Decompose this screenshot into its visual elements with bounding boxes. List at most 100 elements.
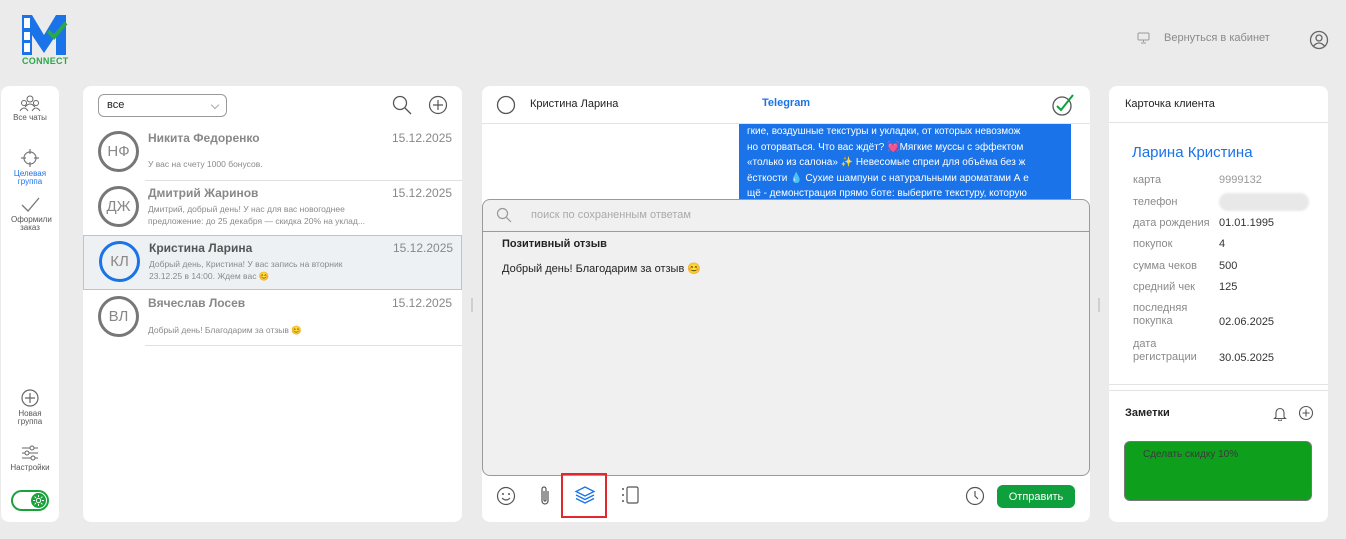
chat-list-item-selected[interactable]: КЛ Кристина Ларина 15.12.2025 Добрый ден…: [83, 235, 462, 290]
chat-name: Никита Федоренко: [148, 131, 260, 145]
search-icon: [496, 207, 512, 223]
add-note-icon[interactable]: [1298, 405, 1314, 421]
logo-text: CONNECT: [22, 56, 69, 66]
nav-new-group-label: Новая группа: [17, 409, 43, 426]
divider: [1109, 122, 1328, 123]
chat-preview: Дмитрий, добрый день! У нас для вас ново…: [148, 204, 365, 226]
profile-icon[interactable]: [1309, 30, 1329, 50]
message-line: щё - демонстрация прямо боте: выберите т…: [747, 188, 1027, 199]
saved-reply-title[interactable]: Позитивный отзыв: [502, 238, 607, 250]
field-label: покупок: [1133, 238, 1173, 250]
chat-list-item[interactable]: НФ Никита Федоренко 15.12.2025 У вас на …: [83, 126, 462, 181]
field-value: 30.05.2025: [1219, 352, 1275, 364]
chat-filter-value: все: [107, 99, 125, 111]
client-card-panel: Карточка клиента Ларина Кристина карта 9…: [1109, 86, 1328, 522]
search-icon[interactable]: [392, 95, 412, 115]
avatar: ДЖ: [98, 186, 139, 227]
chevron-down-icon: [210, 100, 220, 110]
nav-settings[interactable]: Настройки: [1, 444, 59, 472]
message-bubble: гкие, воздушные текстуры и укладки, от к…: [739, 124, 1071, 200]
sun-icon: [31, 493, 46, 508]
saved-replies-popup: поиск по сохраненным ответам Позитивный …: [482, 199, 1090, 476]
theme-toggle[interactable]: [11, 490, 49, 511]
conversation-header: Кристина Ларина Telegram: [482, 86, 1090, 124]
avatar: КЛ: [99, 241, 140, 282]
saved-reply-text[interactable]: Добрый день! Благодарим за отзыв 😊: [502, 262, 701, 275]
sliders-icon: [22, 445, 38, 461]
select-circle-icon[interactable]: [496, 95, 516, 115]
nav-all-chats[interactable]: Все чаты: [1, 94, 59, 122]
chat-preview: У вас на счету 1000 бонусов.: [148, 159, 263, 169]
nav-all-chats-label: Все чаты: [13, 113, 47, 122]
field-label: сумма чеков: [1133, 260, 1197, 272]
field-label: дата регистрации: [1133, 338, 1197, 363]
chat-preview: Добрый день! Благодарим за отзыв 😊: [148, 325, 302, 335]
chat-date: 15.12.2025: [392, 296, 453, 310]
channel-label: Telegram: [762, 97, 811, 109]
field-label: карта: [1133, 174, 1162, 186]
chat-name: Вячеслав Лосев: [148, 296, 246, 310]
note-text: Сделать скидку 10%: [1143, 449, 1239, 460]
users-icon: [19, 95, 41, 112]
check-icon: [21, 197, 40, 212]
templates-icon[interactable]: [620, 485, 640, 505]
resize-handle[interactable]: [471, 298, 473, 312]
monitor-icon: [1137, 32, 1150, 44]
field-value: 4: [1219, 238, 1226, 250]
sidebar-nav: Все чаты Целевая группа Оформили заказ Н…: [1, 86, 59, 522]
add-circle-icon: [21, 389, 39, 407]
phone-blurred: [1219, 193, 1309, 211]
field-value: 02.06.2025: [1219, 316, 1275, 328]
back-to-cabinet-label: Вернуться в кабинет: [1164, 32, 1270, 44]
notes-title: Заметки: [1125, 407, 1170, 419]
saved-replies-search[interactable]: поиск по сохраненным ответам: [483, 200, 1089, 232]
chat-list-item[interactable]: ВЛ Вячеслав Лосев 15.12.2025 Добрый день…: [83, 291, 462, 346]
divider: [1109, 390, 1328, 391]
chat-list-panel: все НФ Никита Федоренко 15.12.2025 У вас…: [83, 86, 462, 522]
emoji-icon[interactable]: [496, 486, 516, 506]
field-value: 01.01.1995: [1219, 217, 1275, 229]
divider: [145, 345, 462, 346]
field-label: дата рождения: [1133, 217, 1210, 229]
chat-list-item[interactable]: ДЖ Дмитрий Жаринов 15.12.2025 Дмитрий, д…: [83, 181, 462, 236]
field-label: последняя покупка: [1133, 302, 1188, 327]
field-value: 125: [1219, 281, 1238, 293]
field-value: 9999132: [1219, 174, 1262, 186]
paperclip-icon[interactable]: [538, 485, 552, 507]
resize-handle[interactable]: [1098, 298, 1100, 312]
message-line: гкие, воздушные текстуры и укладки, от к…: [747, 126, 1021, 137]
add-chat-icon[interactable]: [428, 95, 448, 115]
message-line: ёсткости 💧 Сухие шампуни с натуральными …: [747, 172, 1029, 184]
chat-preview: Добрый день, Кристина! У вас запись на в…: [149, 259, 343, 281]
clock-icon[interactable]: [965, 486, 985, 506]
note-card[interactable]: Сделать скидку 10%: [1124, 441, 1312, 501]
contact-name: Кристина Ларина: [530, 98, 619, 110]
nav-ordered-label: Оформили заказ: [11, 215, 52, 232]
back-to-cabinet-link[interactable]: Вернуться в кабинет: [1137, 32, 1270, 44]
chat-name: Дмитрий Жаринов: [148, 186, 259, 200]
chat-date: 15.12.2025: [392, 186, 453, 200]
message-line: «только из салона» ✨ Невесомые спреи для…: [747, 157, 1026, 168]
avatar: НФ: [98, 131, 139, 172]
nav-settings-label: Настройки: [10, 463, 50, 472]
highlight-box: [561, 473, 607, 518]
client-card-header: Карточка клиента: [1125, 98, 1215, 110]
chat-date: 15.12.2025: [393, 241, 454, 255]
saved-replies-placeholder: поиск по сохраненным ответам: [531, 209, 691, 221]
field-label: средний чек: [1133, 281, 1195, 293]
chat-filter-select[interactable]: все: [98, 94, 227, 117]
avatar: ВЛ: [98, 296, 139, 337]
nav-ordered[interactable]: Оформили заказ: [1, 196, 59, 232]
field-label: телефон: [1133, 196, 1178, 208]
message-line: но оторваться. Что вас ждёт? 💓Мягкие мус…: [747, 141, 1024, 153]
chat-name: Кристина Ларина: [149, 241, 253, 255]
nav-target-group[interactable]: Целевая группа: [1, 148, 59, 186]
target-icon: [21, 149, 39, 167]
divider: [1109, 384, 1328, 385]
send-button[interactable]: Отправить: [997, 485, 1075, 508]
bell-icon[interactable]: [1273, 406, 1287, 421]
nav-target-group-label: Целевая группа: [13, 169, 47, 186]
chat-date: 15.12.2025: [392, 131, 453, 145]
nav-new-group[interactable]: Новая группа: [1, 388, 59, 426]
resolve-check-icon[interactable]: [1051, 94, 1075, 116]
